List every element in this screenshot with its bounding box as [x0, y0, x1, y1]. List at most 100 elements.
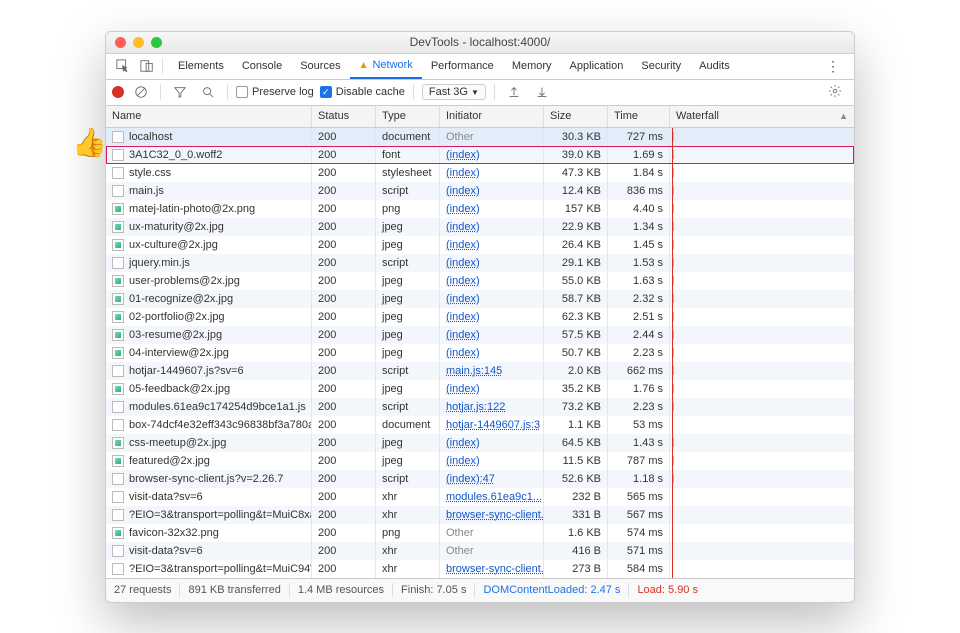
initiator-link[interactable]: (index):47	[446, 473, 495, 485]
initiator-link[interactable]: (index)	[446, 347, 480, 359]
initiator-link[interactable]: (index)	[446, 329, 480, 341]
request-type: xhr	[376, 542, 440, 560]
tab-label: Audits	[699, 60, 730, 72]
throttling-select[interactable]: Fast 3G ▼	[422, 84, 486, 100]
table-row[interactable]: user-problems@2x.jpg200jpeg(index)55.0 K…	[106, 272, 854, 290]
table-row[interactable]: 04-interview@2x.jpg200jpeg(index)50.7 KB…	[106, 344, 854, 362]
file-icon	[112, 257, 124, 269]
request-name: main.js	[129, 185, 164, 197]
table-row[interactable]: 03-resume@2x.jpg200jpeg(index)57.5 KB2.4…	[106, 326, 854, 344]
col-size[interactable]: Size	[544, 106, 608, 127]
initiator-link[interactable]: (index)	[446, 455, 480, 467]
request-size: 11.5 KB	[544, 452, 608, 470]
table-row[interactable]: css-meetup@2x.jpg200jpeg(index)64.5 KB1.…	[106, 434, 854, 452]
status-transferred: 891 KB transferred	[188, 584, 280, 596]
table-row[interactable]: 05-feedback@2x.jpg200jpeg(index)35.2 KB1…	[106, 380, 854, 398]
request-status: 200	[312, 146, 376, 164]
request-size: 416 B	[544, 542, 608, 560]
table-row[interactable]: jquery.min.js200script(index)29.1 KB1.53…	[106, 254, 854, 272]
table-row[interactable]: ux-culture@2x.jpg200jpeg(index)26.4 KB1.…	[106, 236, 854, 254]
initiator-link[interactable]: browser-sync-client...	[446, 509, 544, 521]
table-row[interactable]: ?EIO=3&transport=polling&t=MuiC94W...200…	[106, 560, 854, 578]
initiator-link[interactable]: (index)	[446, 257, 480, 269]
initiator-link[interactable]: (index)	[446, 383, 480, 395]
file-icon	[112, 491, 124, 503]
table-row[interactable]: ?EIO=3&transport=polling&t=MuiC8xa200xhr…	[106, 506, 854, 524]
tab-sources[interactable]: Sources	[291, 53, 349, 79]
initiator-link[interactable]: (index)	[446, 311, 480, 323]
settings-gear-icon[interactable]	[822, 84, 848, 101]
more-tabs-icon[interactable]: ⋮	[818, 58, 848, 75]
tab-console[interactable]: Console	[233, 53, 291, 79]
col-waterfall[interactable]: Waterfall▲	[670, 106, 854, 127]
request-type: document	[376, 128, 440, 146]
initiator-link[interactable]: (index)	[446, 203, 480, 215]
initiator-link[interactable]: hotjar.js:122	[446, 401, 505, 413]
col-time[interactable]: Time	[608, 106, 670, 127]
table-row[interactable]: hotjar-1449607.js?sv=6200scriptmain.js:1…	[106, 362, 854, 380]
table-row[interactable]: browser-sync-client.js?v=2.26.7200script…	[106, 470, 854, 488]
upload-har-icon[interactable]	[503, 82, 525, 102]
table-row[interactable]: main.js200script(index)12.4 KB836 ms	[106, 182, 854, 200]
initiator-link[interactable]: browser-sync-client...	[446, 563, 544, 575]
table-row[interactable]: featured@2x.jpg200jpeg(index)11.5 KB787 …	[106, 452, 854, 470]
initiator-link[interactable]: (index)	[446, 275, 480, 287]
table-row[interactable]: matej-latin-photo@2x.png200png(index)157…	[106, 200, 854, 218]
request-initiator: (index)	[440, 452, 544, 470]
initiator-link[interactable]: (index)	[446, 437, 480, 449]
col-status[interactable]: Status	[312, 106, 376, 127]
download-har-icon[interactable]	[531, 82, 553, 102]
col-type[interactable]: Type	[376, 106, 440, 127]
file-icon	[112, 527, 124, 539]
request-initiator: hotjar.js:122	[440, 398, 544, 416]
tab-security[interactable]: Security	[632, 53, 690, 79]
device-toolbar-icon[interactable]	[136, 56, 158, 76]
initiator-link[interactable]: modules.61ea9c1...	[446, 491, 542, 503]
record-button[interactable]	[112, 86, 124, 98]
table-row[interactable]: modules.61ea9c174254d9bce1a1.js200script…	[106, 398, 854, 416]
file-icon	[112, 437, 124, 449]
table-row[interactable]: style.css200stylesheet(index)47.3 KB1.84…	[106, 164, 854, 182]
initiator-link[interactable]: (index)	[446, 167, 480, 179]
initiator-link[interactable]: (index)	[446, 221, 480, 233]
tab-network[interactable]: ▲Network	[350, 53, 422, 79]
tab-memory[interactable]: Memory	[503, 53, 561, 79]
request-name: 02-portfolio@2x.jpg	[129, 311, 225, 323]
table-row[interactable]: visit-data?sv=6200xhrOther416 B571 ms	[106, 542, 854, 560]
table-row[interactable]: ux-maturity@2x.jpg200jpeg(index)22.9 KB1…	[106, 218, 854, 236]
table-row[interactable]: 3A1C32_0_0.woff2200font(index)39.0 KB1.6…	[106, 146, 854, 164]
file-icon	[112, 347, 124, 359]
request-type: jpeg	[376, 290, 440, 308]
table-row[interactable]: 01-recognize@2x.jpg200jpeg(index)58.7 KB…	[106, 290, 854, 308]
table-row[interactable]: box-74dcf4e32eff343c96838bf3a780ac...200…	[106, 416, 854, 434]
tab-elements[interactable]: Elements	[169, 53, 233, 79]
initiator-link[interactable]: (index)	[446, 149, 480, 161]
request-size: 1.6 KB	[544, 524, 608, 542]
filter-icon[interactable]	[169, 82, 191, 102]
inspect-element-icon[interactable]	[112, 56, 134, 76]
tab-application[interactable]: Application	[561, 53, 633, 79]
file-icon	[112, 221, 124, 233]
tab-audits[interactable]: Audits	[690, 53, 739, 79]
table-row[interactable]: favicon-32x32.png200pngOther1.6 KB574 ms	[106, 524, 854, 542]
initiator-link[interactable]: (index)	[446, 185, 480, 197]
request-initiator: (index):47	[440, 470, 544, 488]
window-title: DevTools - localhost:4000/	[106, 35, 854, 49]
clear-button[interactable]	[130, 82, 152, 102]
request-status: 200	[312, 236, 376, 254]
table-row[interactable]: localhost200documentOther30.3 KB727 ms	[106, 128, 854, 146]
table-row[interactable]: 02-portfolio@2x.jpg200jpeg(index)62.3 KB…	[106, 308, 854, 326]
search-icon[interactable]	[197, 82, 219, 102]
initiator-link[interactable]: (index)	[446, 293, 480, 305]
request-size: 29.1 KB	[544, 254, 608, 272]
table-row[interactable]: visit-data?sv=6200xhrmodules.61ea9c1...2…	[106, 488, 854, 506]
disable-cache-checkbox[interactable]: ✓ Disable cache	[320, 86, 405, 98]
initiator-link[interactable]: hotjar-1449607.js:3	[446, 419, 540, 431]
preserve-log-checkbox[interactable]: Preserve log	[236, 86, 314, 98]
initiator-link[interactable]: main.js:145	[446, 365, 502, 377]
col-name[interactable]: Name	[106, 106, 312, 127]
tab-performance[interactable]: Performance	[422, 53, 503, 79]
col-initiator[interactable]: Initiator	[440, 106, 544, 127]
request-type: jpeg	[376, 326, 440, 344]
initiator-link[interactable]: (index)	[446, 239, 480, 251]
